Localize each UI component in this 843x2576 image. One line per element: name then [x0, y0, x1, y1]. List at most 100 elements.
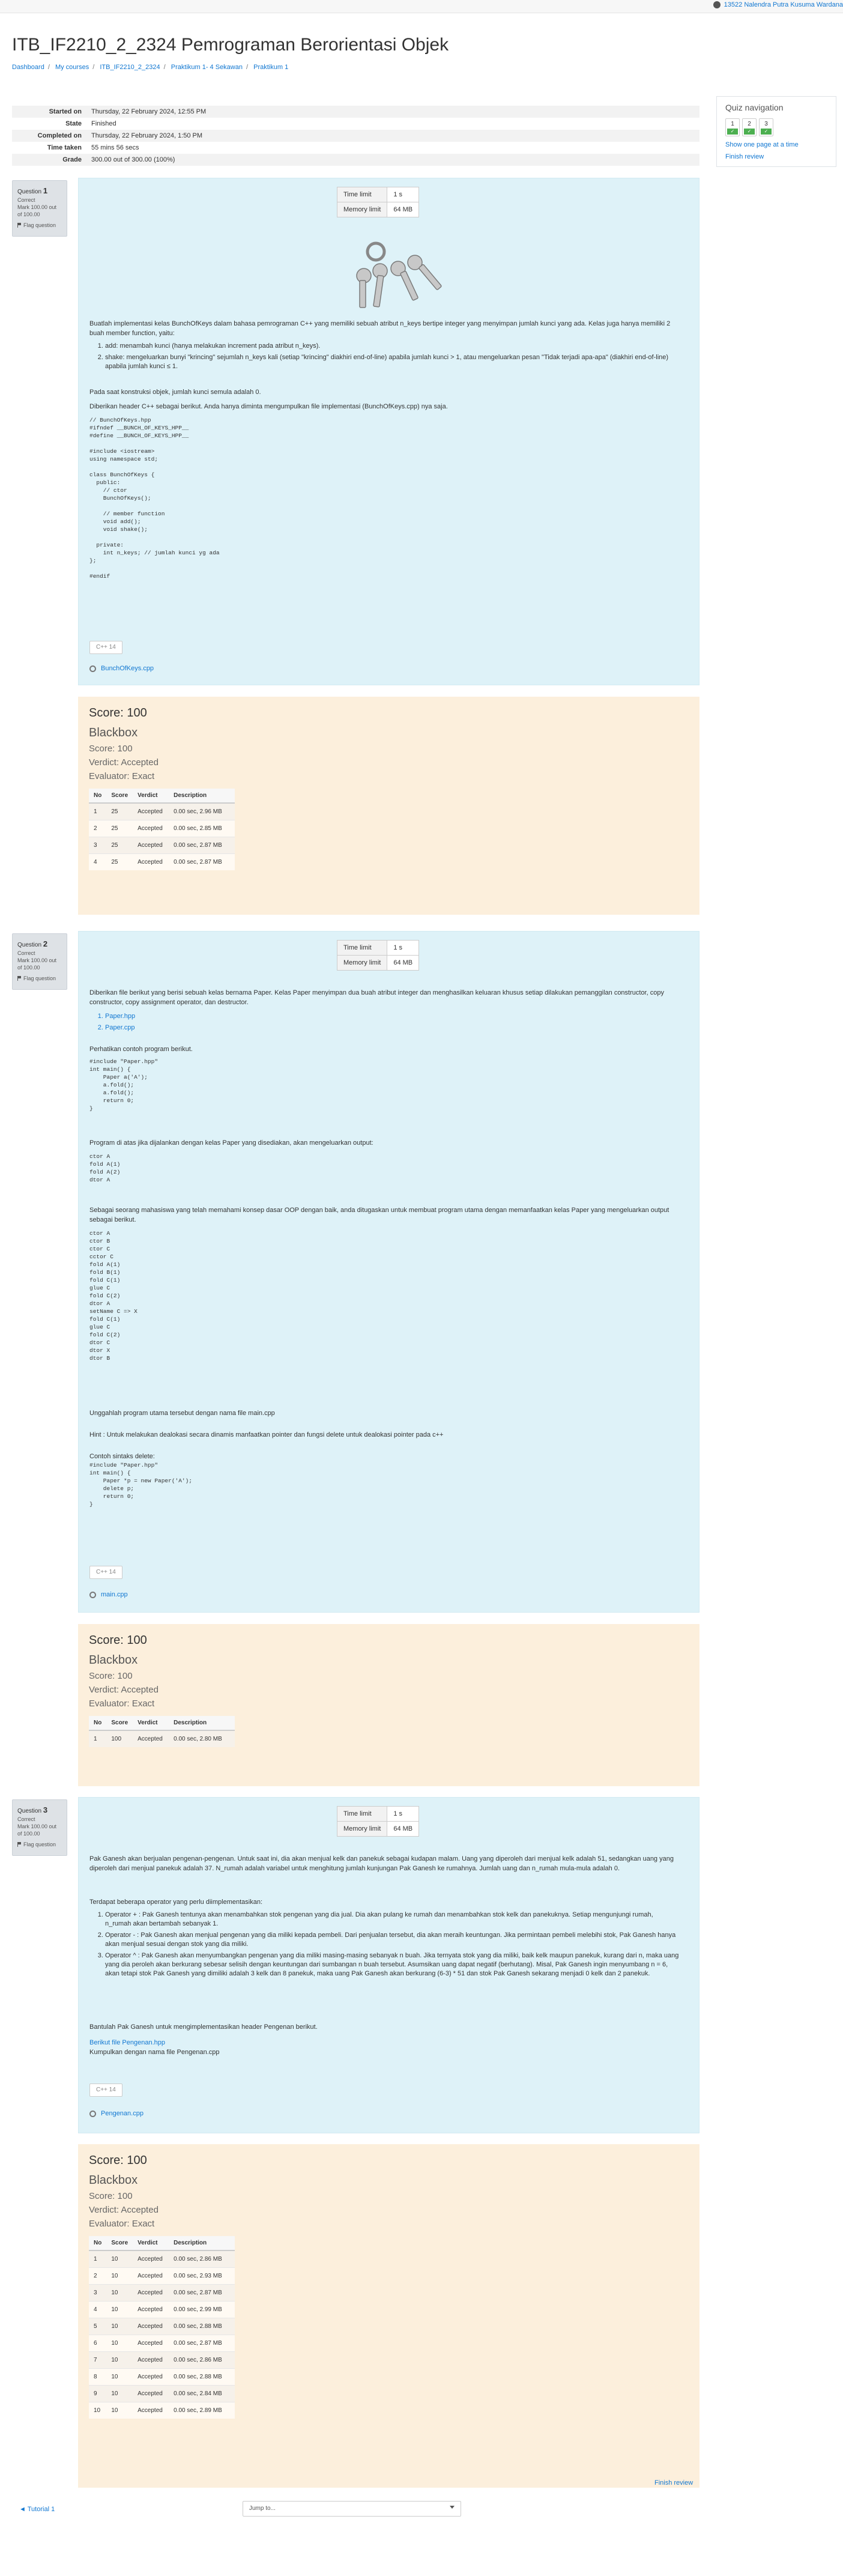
score-heading: Score: 100: [89, 706, 147, 720]
table-cell: 10: [106, 2284, 133, 2302]
breadcrumb-course[interactable]: ITB_IF2210_2_2324: [100, 64, 160, 71]
table-cell: Accepted: [133, 2335, 169, 2352]
attachment-name: main.cpp: [101, 1591, 128, 1598]
table-cell: 0.00 sec, 2.89 MB: [169, 2402, 235, 2419]
summary-value: Finished: [91, 120, 116, 127]
table-cell: 9: [89, 2385, 107, 2402]
limit-label: Time limit: [336, 940, 388, 956]
question-info-3: Question 3 Correct Mark 100.00 out of 10…: [12, 1799, 67, 1856]
file-icon: [89, 665, 96, 672]
table-cell: 1: [89, 1730, 107, 1747]
col-header: Verdict: [133, 2236, 169, 2251]
flag-question[interactable]: Flag question: [17, 975, 62, 982]
flag-icon: [17, 975, 21, 981]
results-table: No Score Verdict Description 1 25 Accepted 0.0…: [89, 789, 235, 870]
q1-p2: Pada saat konstruksi objek, jumlah kunci…: [89, 389, 261, 396]
list-item: add: menambah kunci (hanya melakukan inc…: [105, 342, 681, 351]
quiz-nav-button-3[interactable]: 3 ✓: [759, 118, 773, 136]
breadcrumb-my-courses[interactable]: My courses: [55, 64, 89, 71]
q1-intro: Buatlah implementasi kelas BunchOfKeys d…: [89, 320, 671, 337]
finish-review-link[interactable]: Finish review: [725, 153, 827, 160]
table-cell: 0.00 sec, 2.87 MB: [169, 853, 235, 870]
q1-p3: Diberikan header C++ sebagai berikut. An…: [89, 403, 448, 410]
col-header: No: [89, 789, 107, 804]
q3-file-link[interactable]: Berikut file Pengenan.hpp: [89, 2038, 686, 2047]
q2-example-text: Perhatikan contoh program berikut.: [89, 1046, 193, 1053]
prev-activity-link[interactable]: ◄ Tutorial 1: [19, 2506, 55, 2513]
limit-label: Time limit: [336, 1806, 388, 1822]
list-item: Operator - : Pak Ganesh akan menjual pen…: [105, 1931, 681, 1949]
table-cell: 10: [89, 2402, 107, 2419]
q2-submit-text: Unggahlah program utama tersebut dengan …: [89, 1410, 275, 1417]
top-navbar: 13522 Nalendra Putra Kusuma Wardana: [0, 0, 843, 13]
table-cell: 3: [89, 837, 107, 854]
chevron-down-icon: [450, 2506, 455, 2509]
question-number: 1: [43, 186, 48, 195]
q3-operator-list: Operator + : Pak Ganesh tentunya akan me…: [105, 1911, 681, 1981]
table-cell: 10: [106, 2250, 133, 2268]
flag-question[interactable]: Flag question: [17, 222, 62, 229]
q2-intro: Diberikan file berikut yang berisi sebua…: [89, 989, 664, 1006]
col-header: Score: [106, 789, 133, 804]
col-header: Description: [169, 2236, 235, 2251]
quiz-nav-button-2[interactable]: 2 ✓: [742, 118, 757, 136]
file-link[interactable]: Paper.hpp: [105, 1012, 681, 1021]
breadcrumb-quiz[interactable]: Praktikum 1: [253, 64, 288, 71]
score-line: Score: 100: [89, 1671, 133, 1681]
attachment-link[interactable]: main.cpp: [89, 1591, 128, 1598]
user-menu[interactable]: 13522 Nalendra Putra Kusuma Wardana: [713, 1, 843, 8]
summary-label: State: [65, 120, 82, 127]
table-cell: 7: [89, 2351, 107, 2369]
file-link[interactable]: Paper.cpp: [105, 1023, 681, 1032]
limits-table: Time limit 1 s Memory limit 64 MB: [336, 940, 420, 971]
attachment-link[interactable]: Pengenan.cpp: [89, 2110, 144, 2117]
summary-value: 55 mins 56 secs: [91, 144, 139, 151]
table-cell: 0.00 sec, 2.86 MB: [169, 2250, 235, 2268]
table-cell: 0.00 sec, 2.85 MB: [169, 820, 235, 837]
table-row: 3 25 Accepted 0.00 sec, 2.87 MB: [89, 837, 235, 854]
breadcrumb-dashboard[interactable]: Dashboard: [12, 64, 44, 71]
table-cell: 0.00 sec, 2.84 MB: [169, 2385, 235, 2402]
attachment-link[interactable]: BunchOfKeys.cpp: [89, 665, 154, 672]
quiz-nav-button-label: 3: [764, 121, 768, 127]
score-line: Score: 100: [89, 2191, 133, 2201]
limit-value: 64 MB: [387, 1821, 420, 1837]
quiz-nav-button-label: 2: [748, 121, 751, 127]
finish-review-footer-link[interactable]: Finish review: [654, 2479, 693, 2487]
table-cell: 6: [89, 2335, 107, 2352]
table-cell: Accepted: [133, 837, 169, 854]
feedback-1: Score: 100 Blackbox Score: 100 Verdict: …: [78, 697, 699, 915]
table-row: 5 10 Accepted 0.00 sec, 2.88 MB: [89, 2318, 235, 2335]
table-cell: 5: [89, 2318, 107, 2335]
table-row: 2 25 Accepted 0.00 sec, 2.85 MB: [89, 820, 235, 837]
show-one-page-link[interactable]: Show one page at a time: [725, 141, 827, 148]
evaluator-line: Evaluator: Exact: [89, 1699, 155, 1709]
q2-code-1: #include "Paper.hpp" int main() { Paper …: [89, 1058, 159, 1112]
jump-to-select[interactable]: Jump to...: [243, 2501, 461, 2517]
table-cell: 0.00 sec, 2.80 MB: [169, 1730, 235, 1747]
table-cell: Accepted: [133, 2402, 169, 2419]
summary-label: Completed on: [37, 132, 82, 139]
table-cell: 10: [106, 2402, 133, 2419]
q3-help-text: Bantulah Pak Ganesh untuk mengimplementa…: [89, 2023, 318, 2031]
table-cell: 0.00 sec, 2.88 MB: [169, 2368, 235, 2386]
table-cell: 25: [106, 853, 133, 870]
quiz-nav-title: Quiz navigation: [725, 103, 784, 112]
table-row: 10 10 Accepted 0.00 sec, 2.89 MB: [89, 2402, 235, 2419]
summary-label: Started on: [49, 108, 82, 115]
limit-value: 1 s: [387, 940, 420, 956]
limit-label: Time limit: [336, 187, 388, 202]
question-status: Correct: [17, 950, 35, 956]
feedback-3: Score: 100 Blackbox Score: 100 Verdict: …: [78, 2144, 699, 2488]
jump-to-label: Jump to...: [249, 2505, 276, 2512]
table-cell: 1: [89, 802, 107, 820]
breadcrumb-section[interactable]: Praktikum 1- 4 Sekawan: [171, 64, 243, 71]
flag-question[interactable]: Flag question: [17, 1841, 62, 1848]
q1-code: // BunchOfKeys.hpp #ifndef __BUNCH_OF_KE…: [89, 417, 220, 580]
table-row: 8 10 Accepted 0.00 sec, 2.88 MB: [89, 2368, 235, 2386]
table-cell: Accepted: [133, 1730, 169, 1747]
score-heading: Score: 100: [89, 1634, 147, 1647]
q2-delete-text: Contoh sintaks delete:: [89, 1453, 155, 1460]
file-icon: [89, 1591, 96, 1598]
quiz-nav-button-1[interactable]: 1 ✓: [725, 118, 740, 136]
